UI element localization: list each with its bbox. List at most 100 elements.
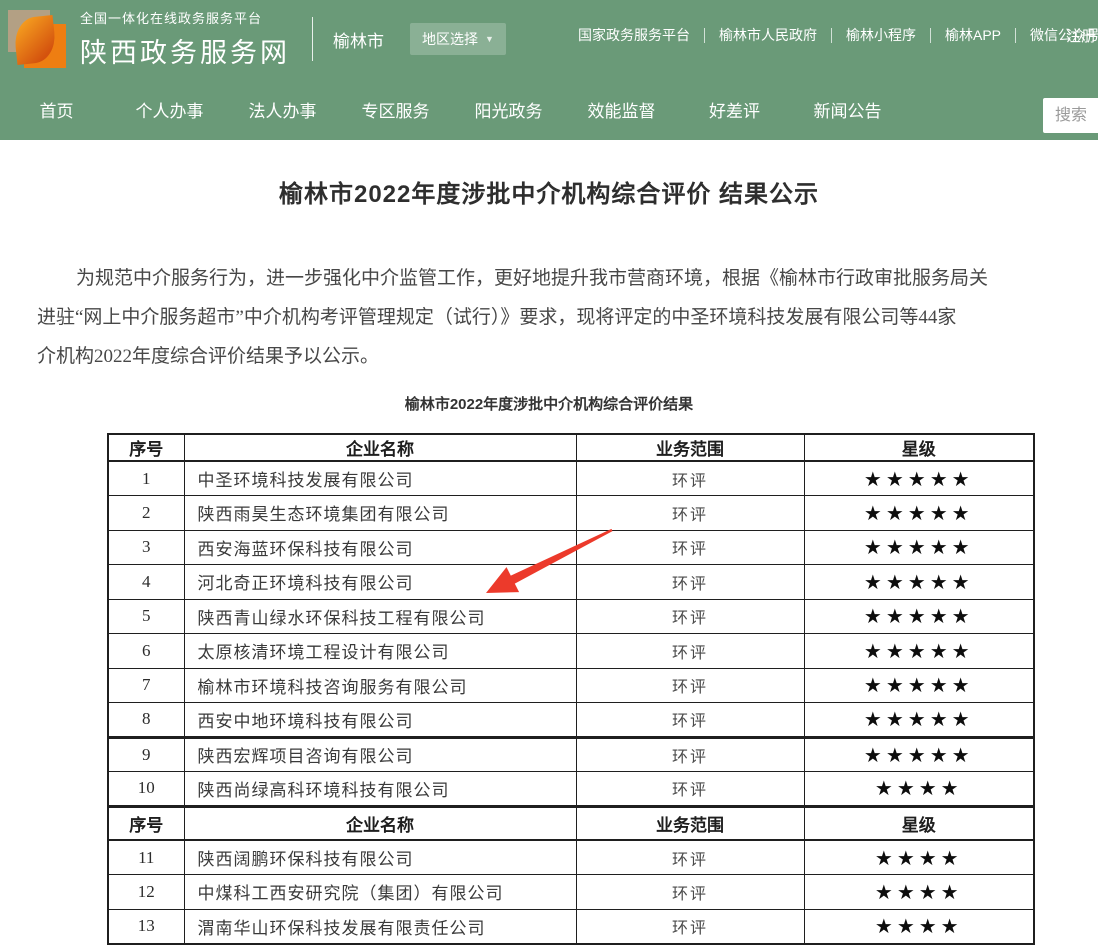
nav-item[interactable]: 首页 <box>0 97 113 122</box>
table-caption: 榆林市2022年度涉批中介机构综合评价结果 <box>0 393 1098 414</box>
site-logo <box>8 10 66 70</box>
register-link[interactable]: 注册 <box>1066 25 1096 46</box>
page-title: 榆林市2022年度涉批中介机构综合评价 结果公示 <box>0 140 1098 209</box>
star-rating: ★★★★★ <box>804 496 1034 531</box>
company-name: 陕西宏辉项目咨询有限公司 <box>184 737 576 772</box>
star-rating: ★★★★★ <box>804 737 1034 772</box>
nav-item[interactable]: 阳光政务 <box>452 97 565 122</box>
star-rating: ★★★★ <box>804 772 1034 807</box>
row-number: 13 <box>108 909 184 944</box>
row-number: 11 <box>108 840 184 875</box>
company-name: 陕西青山绿水环保科技工程有限公司 <box>184 599 576 634</box>
company-name: 渭南华山环保科技发展有限责任公司 <box>184 909 576 944</box>
row-number: 12 <box>108 875 184 910</box>
business-scope: 环评 <box>576 703 804 738</box>
brand-text: 全国一体化在线政务服务平台 陕西政务服务网 <box>80 8 290 70</box>
table-row: 11陕西阔鹏环保科技有限公司环评★★★★ <box>108 840 1034 875</box>
table-header-row: 序号企业名称业务范围星级 <box>108 806 1034 840</box>
table-row: 9陕西宏辉项目咨询有限公司环评★★★★★ <box>108 737 1034 772</box>
top-link[interactable]: 榆林市人民政府 <box>719 25 817 45</box>
top-links: 国家政务服务平台榆林市人民政府榆林小程序榆林APP微信公众号 <box>578 25 1098 45</box>
paragraph-line: 介机构2022年度综合评价结果予以公示。 <box>0 337 1098 376</box>
business-scope: 环评 <box>576 772 804 807</box>
business-scope: 环评 <box>576 565 804 600</box>
table-row: 5陕西青山绿水环保科技工程有限公司环评★★★★★ <box>108 599 1034 634</box>
table-row: 6太原核清环境工程设计有限公司环评★★★★★ <box>108 634 1034 669</box>
business-scope: 环评 <box>576 875 804 910</box>
table-row: 4河北奇正环境科技有限公司环评★★★★★ <box>108 565 1034 600</box>
company-name: 陕西尚绿高科环境科技有限公司 <box>184 772 576 807</box>
company-name: 太原核清环境工程设计有限公司 <box>184 634 576 669</box>
paragraph-line: 进驻“网上中介服务超市”中介机构考评管理规定（试行）》要求，现将评定的中圣环境科… <box>0 298 1098 337</box>
chevron-down-icon: ▼ <box>485 34 494 44</box>
table-row: 13渭南华山环保科技发展有限责任公司环评★★★★ <box>108 909 1034 944</box>
star-rating: ★★★★★ <box>804 599 1034 634</box>
star-rating: ★★★★★ <box>804 634 1034 669</box>
row-number: 8 <box>108 703 184 738</box>
star-rating: ★★★★★ <box>804 461 1034 496</box>
table-row: 7榆林市环境科技咨询服务有限公司环评★★★★★ <box>108 668 1034 703</box>
link-separator <box>831 28 832 43</box>
nav-item[interactable]: 个人办事 <box>113 97 226 122</box>
star-rating: ★★★★★ <box>804 530 1034 565</box>
company-name: 河北奇正环境科技有限公司 <box>184 565 576 600</box>
nav-item[interactable]: 好差评 <box>678 97 791 122</box>
star-rating: ★★★★★ <box>804 565 1034 600</box>
business-scope: 环评 <box>576 840 804 875</box>
business-scope: 环评 <box>576 530 804 565</box>
business-scope: 环评 <box>576 668 804 703</box>
link-separator <box>930 28 931 43</box>
nav-item[interactable]: 法人办事 <box>226 97 339 122</box>
site-name: 陕西政务服务网 <box>80 31 290 70</box>
table-row: 12中煤科工西安研究院（集团）有限公司环评★★★★ <box>108 875 1034 910</box>
business-scope: 环评 <box>576 737 804 772</box>
company-name: 西安海蓝环保科技有限公司 <box>184 530 576 565</box>
business-scope: 环评 <box>576 909 804 944</box>
row-number: 6 <box>108 634 184 669</box>
row-number: 9 <box>108 737 184 772</box>
table-row: 2陕西雨昊生态环境集团有限公司环评★★★★★ <box>108 496 1034 531</box>
row-number: 5 <box>108 599 184 634</box>
region-select-label: 地区选择 <box>422 29 478 49</box>
header-top-row: 全国一体化在线政务服务平台 陕西政务服务网 榆林市 地区选择 ▼ 国家政务服务平… <box>0 0 1098 78</box>
nav-item[interactable]: 新闻公告 <box>791 97 904 122</box>
column-header: 星级 <box>804 806 1034 840</box>
column-header: 业务范围 <box>576 434 804 461</box>
company-name: 中圣环境科技发展有限公司 <box>184 461 576 496</box>
platform-label: 全国一体化在线政务服务平台 <box>80 8 290 27</box>
column-header: 企业名称 <box>184 434 576 461</box>
table-header-row: 序号企业名称业务范围星级 <box>108 434 1034 461</box>
column-header: 业务范围 <box>576 806 804 840</box>
table-row: 3西安海蓝环保科技有限公司环评★★★★★ <box>108 530 1034 565</box>
row-number: 4 <box>108 565 184 600</box>
header-nav-row: 首页个人办事法人办事专区服务阳光政务效能监督好差评新闻公告 <box>0 78 1098 140</box>
evaluation-table: 序号企业名称业务范围星级1中圣环境科技发展有限公司环评★★★★★2陕西雨昊生态环… <box>107 433 1035 945</box>
company-name: 西安中地环境科技有限公司 <box>184 703 576 738</box>
star-rating: ★★★★ <box>804 909 1034 944</box>
business-scope: 环评 <box>576 634 804 669</box>
nav-item[interactable]: 效能监督 <box>565 97 678 122</box>
row-number: 2 <box>108 496 184 531</box>
region-select-button[interactable]: 地区选择 ▼ <box>410 23 506 55</box>
top-link[interactable]: 国家政务服务平台 <box>578 25 690 45</box>
business-scope: 环评 <box>576 599 804 634</box>
search-input[interactable] <box>1043 98 1098 133</box>
company-name: 榆林市环境科技咨询服务有限公司 <box>184 668 576 703</box>
table-row: 10陕西尚绿高科环境科技有限公司环评★★★★ <box>108 772 1034 807</box>
site-header: 全国一体化在线政务服务平台 陕西政务服务网 榆林市 地区选择 ▼ 国家政务服务平… <box>0 0 1098 140</box>
top-link[interactable]: 榆林小程序 <box>846 25 916 45</box>
row-number: 7 <box>108 668 184 703</box>
business-scope: 环评 <box>576 461 804 496</box>
table-row: 1中圣环境科技发展有限公司环评★★★★★ <box>108 461 1034 496</box>
nav-item[interactable]: 专区服务 <box>339 97 452 122</box>
company-name: 陕西阔鹏环保科技有限公司 <box>184 840 576 875</box>
star-rating: ★★★★ <box>804 875 1034 910</box>
row-number: 10 <box>108 772 184 807</box>
star-rating: ★★★★★ <box>804 668 1034 703</box>
company-name: 中煤科工西安研究院（集团）有限公司 <box>184 875 576 910</box>
row-number: 3 <box>108 530 184 565</box>
brand-divider <box>312 17 313 61</box>
top-link[interactable]: 榆林APP <box>945 25 1001 45</box>
table-row: 8西安中地环境科技有限公司环评★★★★★ <box>108 703 1034 738</box>
column-header: 序号 <box>108 806 184 840</box>
